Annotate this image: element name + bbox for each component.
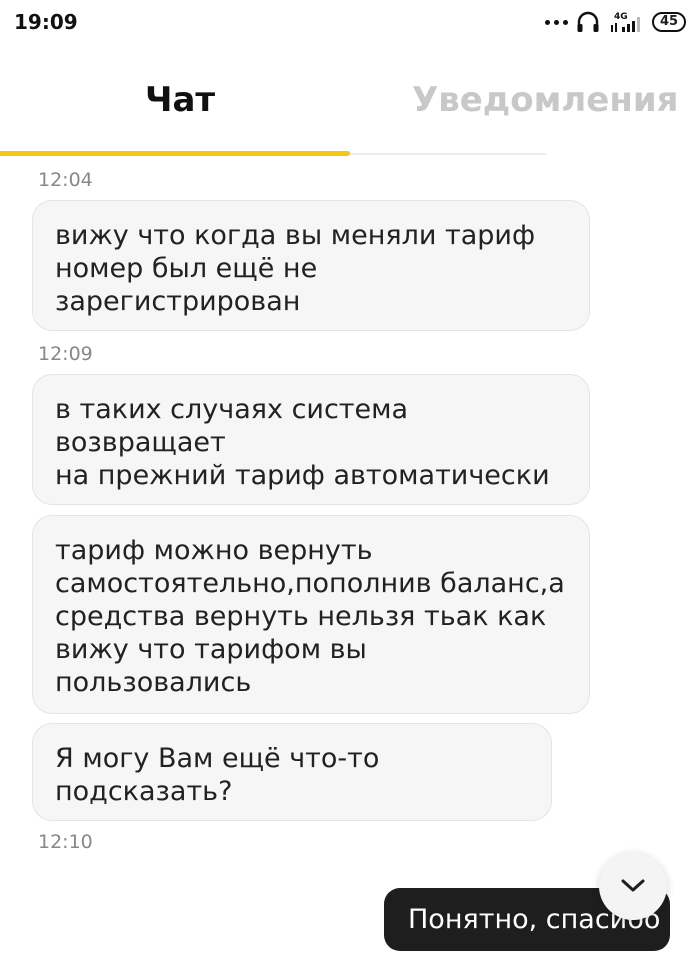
message-timestamp: 12:04 (38, 169, 93, 191)
tab-bar: Чат Уведомления (0, 60, 700, 156)
signal-icon: 4G (611, 12, 640, 32)
more-dots-icon (545, 19, 568, 25)
tab-chat[interactable]: Чат (145, 80, 215, 120)
message-bubble: в таких случаях система возвращает на пр… (32, 374, 590, 505)
chevron-down-icon (621, 879, 645, 892)
battery-indicator: 45 (652, 12, 686, 32)
message-timestamp: 12:10 (38, 831, 93, 853)
message-bubble: вижу что когда вы меняли тариф номер был… (32, 200, 590, 331)
message-timestamp: 12:09 (38, 343, 93, 365)
message-bubble: тариф можно вернуть самостоятельно,попол… (32, 515, 590, 714)
message-bubble: Я могу Вам ещё что-то подсказать? (32, 723, 552, 821)
tab-divider (350, 153, 546, 155)
tab-notifications[interactable]: Уведомления (412, 80, 679, 120)
status-icons: 4G 45 (545, 9, 686, 35)
status-bar: 19:09 4G 45 (0, 0, 700, 44)
scroll-down-button[interactable] (599, 852, 667, 920)
headphones-icon (577, 11, 599, 32)
network-label: 4G (614, 12, 628, 22)
active-tab-indicator (0, 151, 350, 156)
status-time: 19:09 (14, 10, 78, 34)
